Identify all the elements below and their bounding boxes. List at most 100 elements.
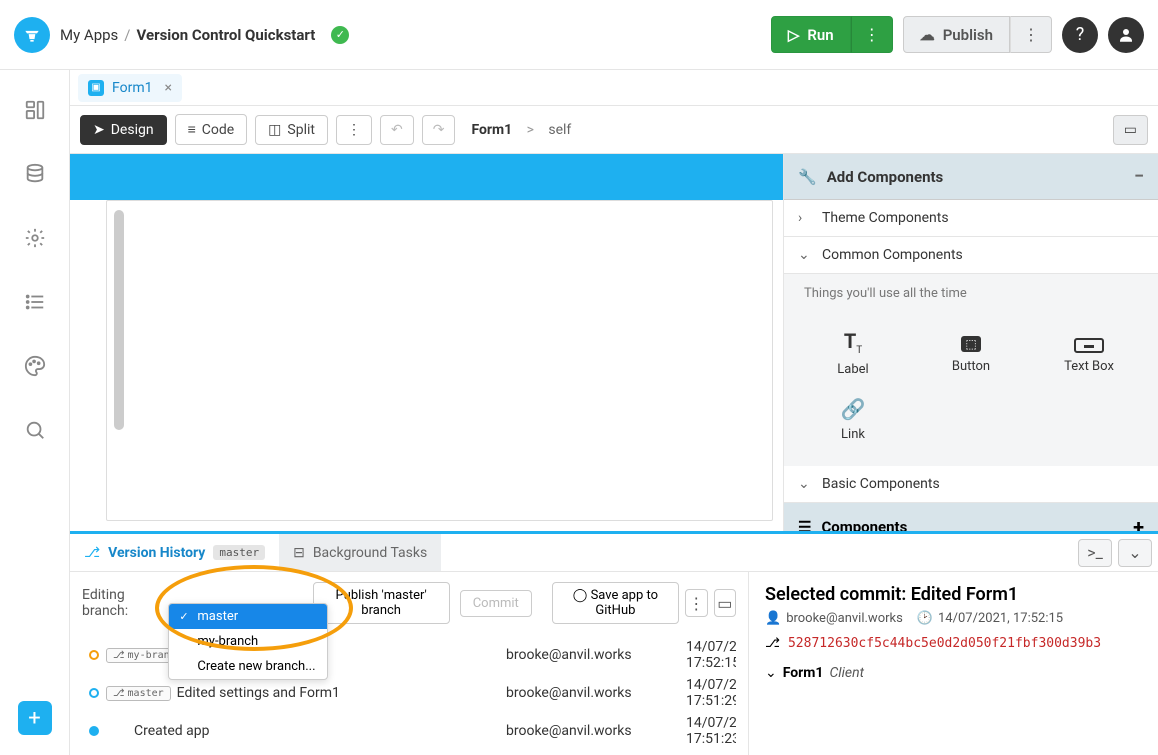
branch-icon: ⎇ — [113, 650, 125, 661]
console-button[interactable]: >_ — [1078, 539, 1112, 567]
list-nav-icon[interactable] — [23, 290, 47, 314]
commit-message: Created app — [134, 723, 209, 739]
commit-date: 14/07/2021, 17:51:23 — [686, 715, 736, 745]
dropdown-item-master[interactable]: ✓ master — [169, 604, 327, 629]
branch-icon: ⎇ — [113, 688, 125, 699]
textbox-icon: ▬ — [1074, 329, 1104, 353]
expand-panel-button[interactable]: ▭ — [1113, 115, 1148, 145]
commit-author: brooke@anvil.works — [506, 647, 686, 663]
split-label: Split — [287, 122, 315, 138]
commit-button[interactable]: Commit — [460, 590, 532, 617]
play-icon: ▷ — [788, 26, 800, 44]
basic-components-section[interactable]: Basic Components — [822, 476, 940, 492]
dots-vertical-icon: ⋮ — [864, 25, 880, 44]
path-sep: > — [527, 122, 534, 138]
publish-button[interactable]: ☁ Publish — [903, 16, 1010, 53]
common-components-section[interactable]: Common Components — [822, 247, 963, 263]
dropdown-item-create-branch[interactable]: Create new branch... — [169, 654, 327, 679]
chevron-down-icon: ⌄ — [1128, 543, 1141, 562]
history-layout-button[interactable]: ▭ — [714, 589, 736, 617]
path-form[interactable]: Form1 — [471, 122, 512, 138]
github-more-button[interactable]: ⋮ — [685, 589, 707, 617]
commit-row[interactable]: Created app brooke@anvil.works 14/07/202… — [82, 712, 736, 745]
theme-nav-icon[interactable] — [23, 354, 47, 378]
code-label: Code — [202, 122, 234, 138]
publish-branch-button[interactable]: Publish 'master' branch — [313, 582, 450, 624]
split-mode-button[interactable]: ◫ Split — [255, 115, 328, 145]
database-nav-icon[interactable] — [23, 162, 47, 186]
background-tasks-tab[interactable]: ⊟ Background Tasks — [279, 534, 441, 571]
plus-icon: + — [28, 706, 40, 731]
run-dropdown-button[interactable]: ⋮ — [851, 16, 893, 53]
changed-file-name[interactable]: Form1 — [783, 665, 824, 681]
undo-icon: ↶ — [391, 122, 403, 138]
undo-button[interactable]: ↶ — [380, 115, 414, 145]
layout-icon: ▭ — [717, 594, 732, 613]
component-label: Link — [841, 427, 865, 442]
add-button[interactable]: + — [18, 701, 52, 735]
close-tab-icon[interactable]: × — [164, 80, 171, 96]
commit-dot-icon — [89, 688, 99, 698]
label-component[interactable]: TT Label — [796, 321, 910, 385]
publish-dropdown-button[interactable]: ⋮ — [1010, 16, 1052, 53]
component-label: Label — [837, 362, 868, 377]
tab-form1[interactable]: ▣ Form1 × — [78, 74, 182, 102]
commit-date: 14/07/2021, 17:52:15 — [686, 639, 736, 671]
commit-hash[interactable]: 528712630cf5c44bc5e0d2d050f21fbf300d39b3 — [788, 636, 1101, 651]
branch-icon: ⎇ — [765, 636, 780, 651]
component-label: Button — [952, 359, 990, 374]
commit-detail-author: brooke@anvil.works — [786, 611, 903, 626]
run-button-label: Run — [807, 26, 833, 44]
dropdown-item-label: my-branch — [197, 634, 258, 649]
link-icon: 🔗 — [841, 397, 866, 421]
more-tools-button[interactable]: ⋮ — [336, 115, 372, 145]
collapse-panel-button[interactable]: ⌄ — [1118, 539, 1152, 567]
help-button[interactable]: ? — [1062, 17, 1098, 53]
add-component-plus-icon[interactable]: + — [1133, 515, 1144, 531]
anvil-logo-icon[interactable] — [14, 17, 50, 53]
design-label: Design — [111, 122, 154, 138]
link-component[interactable]: 🔗 Link — [796, 389, 910, 450]
tab-label: Form1 — [112, 80, 152, 96]
panel-icon: ▭ — [1124, 122, 1137, 138]
breadcrumb-root[interactable]: My Apps — [60, 26, 118, 44]
textbox-component[interactable]: ▬ Text Box — [1032, 321, 1146, 385]
form-icon: ▣ — [88, 80, 104, 96]
split-icon: ◫ — [268, 122, 281, 138]
path-self[interactable]: self — [548, 122, 571, 138]
collapse-icon[interactable]: − — [1134, 166, 1144, 187]
publish-button-label: Publish — [943, 26, 993, 44]
breadcrumb-app-name[interactable]: Version Control Quickstart — [137, 26, 316, 44]
status-check-icon: ✓ — [331, 26, 349, 44]
design-mode-button[interactable]: ➤ Design — [80, 115, 167, 145]
commit-author: brooke@anvil.works — [506, 723, 686, 739]
redo-icon: ↷ — [433, 122, 445, 138]
redo-button[interactable]: ↷ — [422, 115, 456, 145]
form-canvas[interactable] — [106, 200, 773, 521]
text-icon: TT — [844, 329, 862, 356]
list-icon: ≡ — [188, 121, 196, 138]
components-hint: Things you'll use all the time — [784, 274, 1158, 313]
account-button[interactable] — [1108, 17, 1144, 53]
cursor-icon: ➤ — [93, 122, 105, 138]
breadcrumb-sep: / — [124, 26, 130, 44]
button-component[interactable]: ⬚ Button — [914, 321, 1028, 385]
button-icon: ⬚ — [961, 329, 980, 353]
run-button[interactable]: ▷ Run — [771, 16, 851, 53]
user-icon: 👤 — [765, 611, 781, 626]
version-history-tab[interactable]: ⎇ Version History master — [70, 534, 279, 571]
dropdown-item-my-branch[interactable]: my-branch — [169, 629, 327, 654]
theme-components-section[interactable]: Theme Components — [822, 210, 949, 226]
changed-file-kind: Client — [829, 665, 864, 681]
search-nav-icon[interactable] — [23, 418, 47, 442]
settings-nav-icon[interactable] — [23, 226, 47, 250]
add-components-header: Add Components — [827, 168, 944, 186]
chevron-down-icon[interactable]: ⌄ — [765, 665, 777, 681]
canvas-scrollbar[interactable] — [114, 210, 124, 430]
code-mode-button[interactable]: ≡ Code — [175, 114, 248, 145]
clock-icon: 🕑 — [917, 611, 933, 626]
app-tree-nav-icon[interactable] — [23, 98, 47, 122]
commit-dot-icon — [89, 726, 99, 736]
save-github-button[interactable]: ◯ Save app to GitHub — [552, 582, 679, 624]
tasks-icon: ⊟ — [293, 545, 305, 561]
